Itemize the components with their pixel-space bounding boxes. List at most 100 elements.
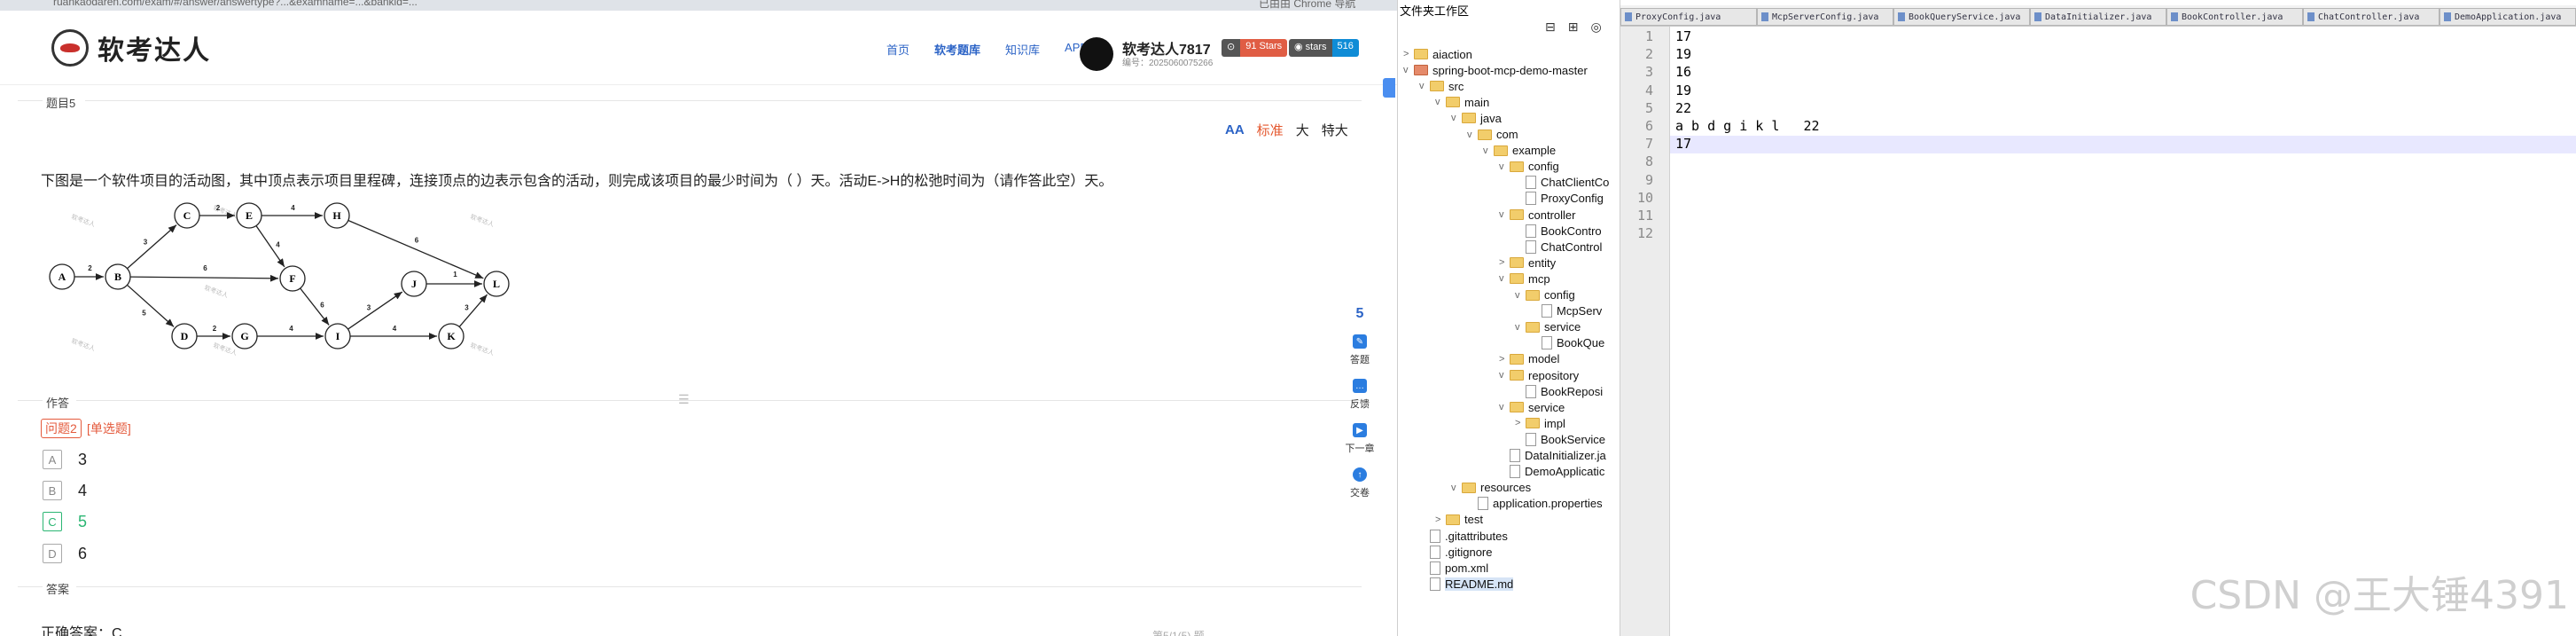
editor-tab[interactable]: McpServerConfig.java <box>1757 8 1893 26</box>
tree-file-item[interactable]: ProxyConfig <box>1515 191 1604 207</box>
nav-knowledge[interactable]: 知识库 <box>1005 41 1040 58</box>
tree-folder-item[interactable]: v config <box>1515 287 1575 303</box>
line-number: 10 <box>1636 189 1653 206</box>
chevron-down-icon[interactable]: v <box>1435 97 1446 107</box>
option-b[interactable]: B 4 <box>43 481 87 500</box>
editor-tab[interactable]: BookController.java <box>2166 8 2303 26</box>
chevron-down-icon[interactable]: v <box>1451 113 1462 123</box>
tree-file-item[interactable]: BookReposi <box>1515 383 1603 399</box>
side-panel-toggle[interactable] <box>1383 78 1395 98</box>
font-standard[interactable]: 标准 <box>1257 121 1284 139</box>
tree-folder-item[interactable]: v repository <box>1499 367 1579 383</box>
locate-icon[interactable]: ◎ <box>1590 20 1613 34</box>
graph-node-label: F <box>289 272 295 285</box>
tree-file-item[interactable]: McpServ <box>1531 303 1602 319</box>
font-large[interactable]: 大 <box>1296 121 1309 139</box>
code-line[interactable]: 22 <box>1670 100 2576 118</box>
tree-file-item[interactable]: application.properties <box>1467 496 1603 512</box>
chevron-right-icon[interactable]: > <box>1515 418 1526 428</box>
tree-folder-item[interactable]: > test <box>1435 512 1483 528</box>
tree-file-item[interactable]: DemoApplicatic <box>1499 464 1604 480</box>
tree-file-item[interactable]: README.md <box>1419 576 1514 592</box>
chevron-down-icon[interactable]: v <box>1515 322 1526 333</box>
avatar[interactable] <box>1080 37 1113 71</box>
submit-button[interactable]: ↑ 交卷 <box>1350 467 1370 499</box>
chevron-down-icon[interactable]: v <box>1499 273 1510 284</box>
chevron-right-icon[interactable]: > <box>1403 49 1414 59</box>
editor-tab[interactable]: DemoApplication.java <box>2439 8 2576 26</box>
browser-url-bar[interactable]: ruankaodaren.com/exam/#/answer/answertyp… <box>0 0 1397 11</box>
answer-button[interactable]: ✎ 答题 <box>1350 334 1370 366</box>
code-line[interactable]: 17 <box>1670 28 2576 46</box>
chevron-down-icon[interactable]: v <box>1499 370 1510 381</box>
code-line[interactable] <box>1670 208 2576 225</box>
editor-tab[interactable]: ChatController.java <box>2303 8 2439 26</box>
code-line[interactable] <box>1670 153 2576 171</box>
tree-folder-item[interactable]: v spring-boot-mcp-demo-master <box>1403 62 1588 78</box>
tree-folder-item[interactable]: v service <box>1515 319 1581 335</box>
chevron-down-icon[interactable]: v <box>1499 402 1510 412</box>
chevron-down-icon[interactable]: v <box>1419 81 1430 91</box>
chevron-down-icon[interactable]: v <box>1451 483 1462 493</box>
code-line[interactable] <box>1670 172 2576 190</box>
collapse-icon[interactable]: ⊟ <box>1545 20 1568 34</box>
stars-badge-2[interactable]: ◉ stars 516 <box>1289 39 1359 57</box>
tree-folder-item[interactable]: v controller <box>1499 207 1575 223</box>
nav-question-bank[interactable]: 软考题库 <box>934 41 980 58</box>
chevron-down-icon[interactable]: v <box>1483 145 1494 156</box>
code-line[interactable]: 16 <box>1670 64 2576 82</box>
code-line[interactable]: 17 <box>1670 136 2576 154</box>
nav-home[interactable]: 首页 <box>886 41 909 58</box>
code-line[interactable]: 19 <box>1670 46 2576 64</box>
chevron-right-icon[interactable]: > <box>1499 257 1510 268</box>
site-logo[interactable]: 软考达人 <box>51 28 211 67</box>
tree-folder-item[interactable]: v java <box>1451 110 1502 126</box>
tree-folder-item[interactable]: > entity <box>1499 255 1556 271</box>
tree-file-item[interactable]: BookContro <box>1515 223 1602 239</box>
next-chapter-button[interactable]: ▶ 下一章 <box>1346 423 1375 455</box>
tree-file-item[interactable]: DataInitializer.ja <box>1499 448 1606 464</box>
editor-tab[interactable]: DataInitializer.java <box>2030 8 2166 26</box>
tree-folder-item[interactable]: v mcp <box>1499 271 1550 287</box>
editor-tab[interactable]: BookQueryService.java <box>1893 8 2030 26</box>
chevron-down-icon[interactable]: v <box>1515 290 1526 301</box>
tree-folder-item[interactable]: v src <box>1419 78 1464 94</box>
tree-file-item[interactable]: ChatClientCo <box>1515 175 1609 191</box>
tree-file-item[interactable]: .gitignore <box>1419 544 1492 560</box>
chevron-down-icon[interactable]: v <box>1467 130 1478 140</box>
tree-folder-item[interactable]: v service <box>1499 399 1565 415</box>
expand-icon[interactable]: ⊞ <box>1568 20 1591 34</box>
graph-node-label: E <box>246 209 253 222</box>
option-c[interactable]: C 5 <box>43 512 87 531</box>
code-line[interactable] <box>1670 225 2576 243</box>
editor-tab[interactable]: ProxyConfig.java <box>1620 8 1757 26</box>
tree-file-item[interactable]: .gitattributes <box>1419 528 1508 544</box>
tree-file-item[interactable]: pom.xml <box>1419 560 1488 576</box>
code-line[interactable]: 19 <box>1670 82 2576 100</box>
chevron-right-icon[interactable]: > <box>1435 514 1446 525</box>
tree-folder-item[interactable]: > impl <box>1515 415 1565 431</box>
tree-folder-item[interactable]: > model <box>1499 351 1559 367</box>
feedback-button[interactable]: … 反馈 <box>1350 379 1370 411</box>
tree-folder-item[interactable]: v main <box>1435 94 1489 110</box>
tree-file-item[interactable]: BookService <box>1515 431 1605 447</box>
tree-folder-item[interactable]: v resources <box>1451 480 1531 496</box>
font-xlarge[interactable]: 特大 <box>1322 121 1348 139</box>
tree-file-item[interactable]: BookQue <box>1531 335 1604 351</box>
chevron-down-icon[interactable]: v <box>1499 209 1510 220</box>
chevron-down-icon[interactable]: v <box>1499 161 1510 172</box>
option-d[interactable]: D 6 <box>43 544 87 563</box>
drag-handle-icon[interactable]: ☰ <box>678 392 690 407</box>
stars-badge-1[interactable]: ⊙ 91 Stars <box>1222 39 1288 57</box>
tree-folder-item[interactable]: v config <box>1499 159 1559 175</box>
option-a[interactable]: A 3 <box>43 450 87 469</box>
tree-folder-item[interactable]: v example <box>1483 143 1556 159</box>
tree-folder-item[interactable]: v com <box>1467 127 1518 143</box>
file-icon <box>1526 192 1536 206</box>
tree-file-item[interactable]: ChatControl <box>1515 239 1602 255</box>
chevron-right-icon[interactable]: > <box>1499 354 1510 365</box>
tree-folder-item[interactable]: > aiaction <box>1403 46 1472 62</box>
code-line[interactable] <box>1670 190 2576 208</box>
code-line[interactable]: a b d g i k l 22 <box>1670 118 2576 136</box>
chevron-down-icon[interactable]: v <box>1403 65 1414 75</box>
